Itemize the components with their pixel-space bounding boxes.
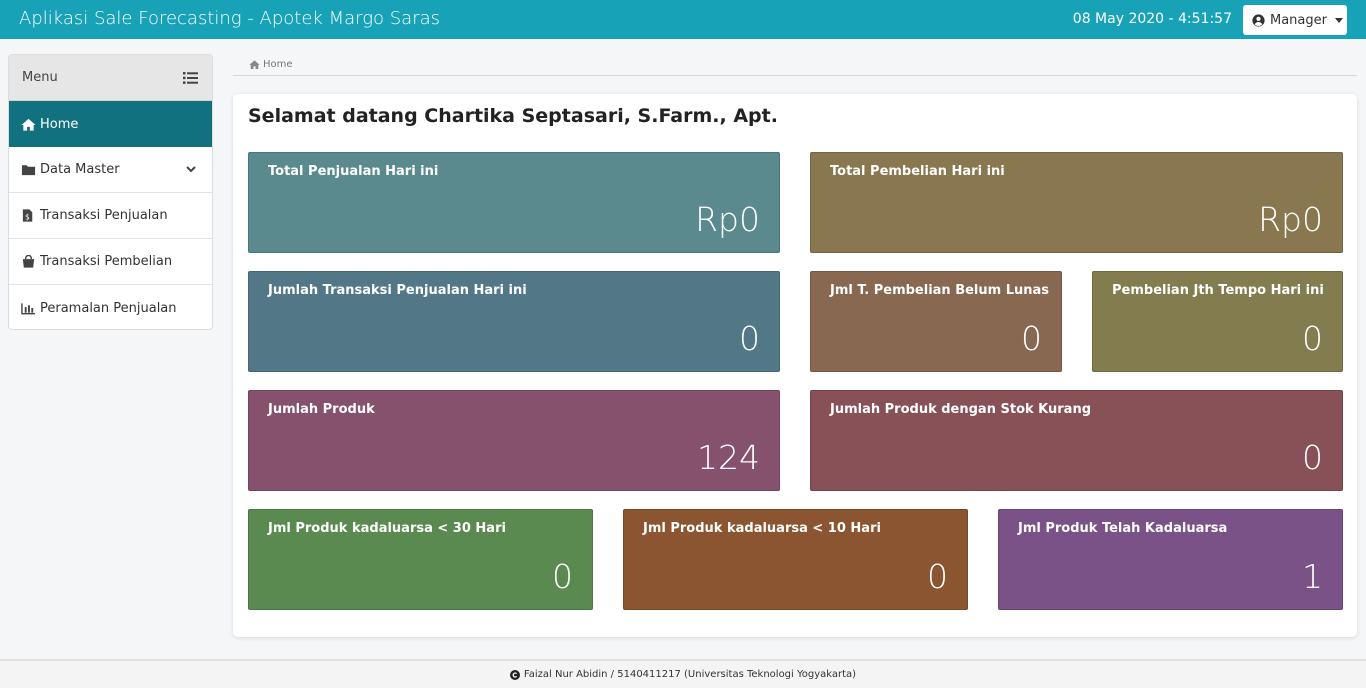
- sidebar-item-home[interactable]: Home: [9, 101, 212, 147]
- card-value: 0: [1302, 319, 1323, 358]
- card-jth-tempo[interactable]: Pembelian Jth Tempo Hari ini 0: [1092, 271, 1343, 372]
- menu-label: Menu: [22, 70, 58, 85]
- card-jumlah-transaksi[interactable]: Jumlah Transaksi Penjualan Hari ini 0: [248, 271, 780, 372]
- sidebar-item-data-master[interactable]: Data Master: [9, 147, 212, 193]
- card-jumlah-produk[interactable]: Jumlah Produk 124: [248, 390, 780, 491]
- card-belum-lunas[interactable]: Jml T. Pembelian Belum Lunas 0: [810, 271, 1062, 372]
- sidebar-item-label: Peramalan Penjualan: [40, 300, 177, 316]
- breadcrumb: Home: [233, 54, 1357, 76]
- sidebar-item-label: Transaksi Penjualan: [40, 208, 168, 223]
- card-label: Total Penjualan Hari ini: [268, 164, 439, 179]
- top-navbar: Aplikasi Sale Forecasting - Apotek Margo…: [0, 0, 1366, 39]
- card-label: Jml T. Pembelian Belum Lunas: [830, 283, 1050, 298]
- card-value: 0: [552, 557, 573, 596]
- sidebar-item-label: Home: [40, 116, 79, 132]
- card-label: Total Pembelian Hari ini: [830, 164, 1005, 179]
- sidebar-item-label: Transaksi Pembelian: [40, 254, 173, 269]
- card-value: 0: [1302, 438, 1323, 477]
- datetime-display: 08 May 2020 - 4:51:57: [1072, 11, 1232, 27]
- card-value: 124: [697, 438, 760, 477]
- card-telah-kadaluarsa[interactable]: Jml Produk Telah Kadaluarsa 1: [998, 509, 1343, 610]
- shopping-bag-icon: [22, 255, 35, 268]
- home-icon: [21, 118, 36, 131]
- card-label: Jml Produk kadaluarsa < 30 Hari: [268, 521, 506, 536]
- welcome-heading: Selamat datang Chartika Septasari, S.Far…: [248, 105, 778, 127]
- card-kadaluarsa-10[interactable]: Jml Produk kadaluarsa < 10 Hari 0: [623, 509, 968, 610]
- sidebar-item-transaksi-penjualan[interactable]: $ Transaksi Penjualan: [9, 193, 212, 239]
- card-total-penjualan[interactable]: Total Penjualan Hari ini Rp0: [248, 152, 780, 253]
- sidebar-item-transaksi-pembelian[interactable]: Transaksi Pembelian: [9, 239, 212, 285]
- card-stok-kurang[interactable]: Jumlah Produk dengan Stok Kurang 0: [810, 390, 1343, 491]
- card-label: Jumlah Produk: [268, 402, 375, 417]
- folder-icon: [21, 165, 36, 176]
- card-value: 0: [1021, 319, 1042, 358]
- card-total-pembelian[interactable]: Total Pembelian Hari ini Rp0: [810, 152, 1343, 253]
- home-icon: [249, 60, 260, 69]
- user-dropdown-label: Manager: [1270, 12, 1327, 28]
- card-value: 0: [927, 557, 948, 596]
- card-label: Jml Produk Telah Kadaluarsa: [1018, 521, 1228, 536]
- chevron-down-icon: [186, 166, 196, 173]
- user-circle-icon: [1252, 13, 1265, 27]
- sidebar-item-peramalan-penjualan[interactable]: Peramalan Penjualan: [9, 285, 212, 329]
- breadcrumb-home-link[interactable]: Home: [263, 59, 293, 70]
- app-title: Aplikasi Sale Forecasting - Apotek Margo…: [19, 8, 441, 29]
- copyright-icon: [509, 669, 520, 680]
- list-toggle-icon[interactable]: [183, 71, 198, 84]
- caret-down-icon: [1334, 17, 1343, 23]
- footer: Faizal Nur Abidin / 5140411217 (Universi…: [0, 659, 1366, 688]
- svg-text:$: $: [25, 212, 30, 221]
- bar-chart-icon: [21, 302, 36, 314]
- dashboard-panel: Selamat datang Chartika Septasari, S.Far…: [233, 94, 1357, 637]
- file-invoice-icon: $: [22, 209, 33, 222]
- user-dropdown-button[interactable]: Manager: [1243, 5, 1347, 35]
- card-label: Jumlah Transaksi Penjualan Hari ini: [268, 283, 527, 298]
- footer-text: Faizal Nur Abidin / 5140411217 (Universi…: [523, 669, 857, 680]
- card-value: 0: [739, 319, 760, 358]
- sidebar-menu-header: Menu: [9, 55, 212, 101]
- sidebar-menu: Menu Home Data Master $ Transaksi Penjua…: [8, 54, 213, 330]
- card-label: Pembelian Jth Tempo Hari ini: [1112, 283, 1324, 298]
- card-label: Jumlah Produk dengan Stok Kurang: [830, 402, 1092, 417]
- card-label: Jml Produk kadaluarsa < 10 Hari: [643, 521, 881, 536]
- card-value: Rp0: [1258, 200, 1323, 239]
- card-value: Rp0: [695, 200, 760, 239]
- sidebar-item-label: Data Master: [40, 162, 120, 177]
- card-value: 1: [1302, 557, 1323, 596]
- card-kadaluarsa-30[interactable]: Jml Produk kadaluarsa < 30 Hari 0: [248, 509, 593, 610]
